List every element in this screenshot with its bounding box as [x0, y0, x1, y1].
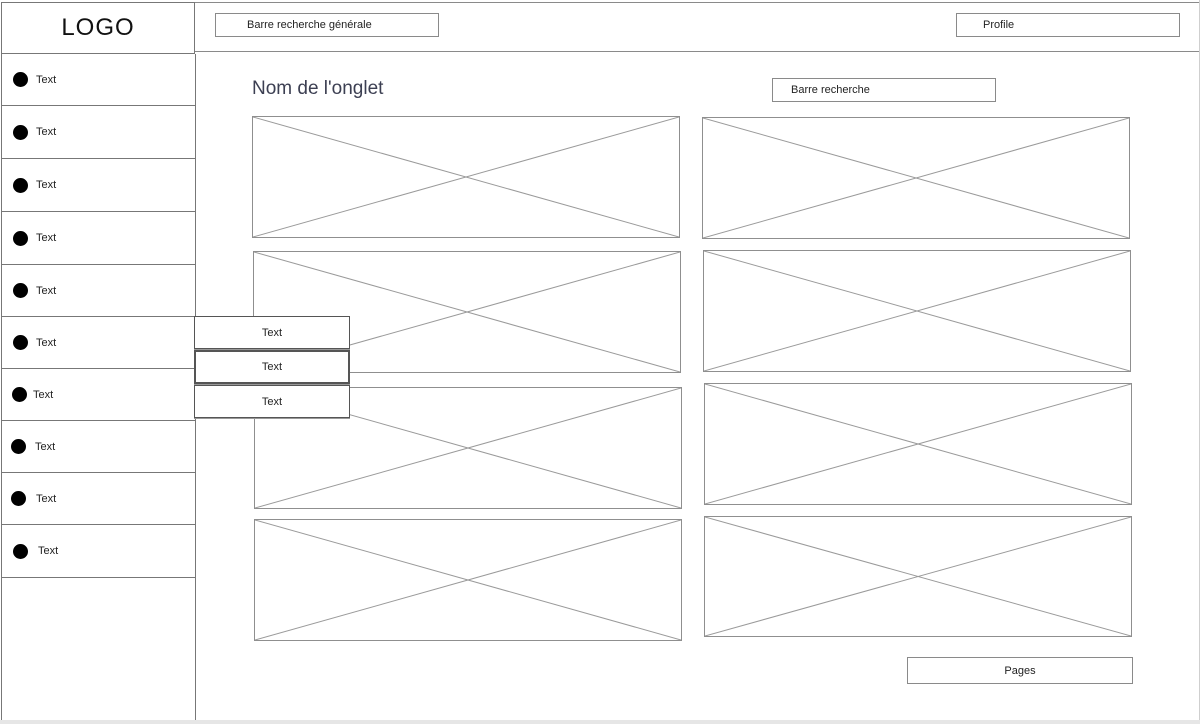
- pages-label: Pages: [1004, 664, 1036, 677]
- placeholder-cross-icon: [255, 520, 681, 640]
- bullet-icon: [13, 124, 28, 140]
- sidebar-item-4[interactable]: Text: [2, 212, 196, 265]
- tab-search-label: Barre recherche: [791, 84, 870, 96]
- image-placeholder[interactable]: [252, 116, 680, 238]
- submenu-item-label: Text: [261, 361, 283, 373]
- sidebar-item-5[interactable]: Text: [2, 265, 196, 317]
- image-placeholder[interactable]: [702, 117, 1130, 239]
- bullet-icon: [13, 72, 28, 87]
- sidebar-item-label: Text: [38, 545, 59, 557]
- submenu-item-3[interactable]: Text: [194, 385, 350, 418]
- sidebar: Text Text Text Text Text Text Text Text …: [1, 54, 196, 720]
- bullet-icon: [13, 543, 28, 559]
- sidebar-item-label: Text: [36, 179, 57, 191]
- sidebar-item-2[interactable]: Text: [2, 106, 196, 159]
- global-search-label: Barre recherche générale: [247, 19, 372, 31]
- placeholder-cross-icon: [704, 251, 1130, 371]
- sidebar-item-7[interactable]: Text: [2, 369, 196, 421]
- image-placeholder[interactable]: [254, 519, 682, 641]
- sidebar-item-label: Text: [33, 388, 54, 401]
- tab-title: Nom de l'onglet: [252, 78, 384, 99]
- sidebar-item-label: Text: [35, 440, 56, 453]
- placeholder-cross-icon: [705, 517, 1131, 636]
- placeholder-cross-icon: [703, 118, 1129, 238]
- bullet-icon: [13, 177, 28, 193]
- submenu-item-1[interactable]: Text: [194, 316, 350, 349]
- bullet-icon: [13, 335, 28, 350]
- pages-button[interactable]: Pages: [907, 657, 1133, 684]
- sidebar-item-6[interactable]: Text: [2, 317, 196, 369]
- bullet-icon: [11, 491, 26, 506]
- sidebar-item-label: Text: [36, 336, 57, 349]
- profile-label: Profile: [983, 19, 1015, 31]
- profile-button[interactable]: Profile: [956, 13, 1180, 37]
- image-placeholder[interactable]: [704, 383, 1132, 505]
- global-search-input[interactable]: Barre recherche générale: [215, 13, 439, 37]
- sidebar-item-10[interactable]: Text: [2, 525, 196, 578]
- submenu-item-2[interactable]: Text: [194, 350, 350, 384]
- sidebar-item-label: Text: [36, 126, 57, 138]
- placeholder-cross-icon: [705, 384, 1131, 504]
- placeholder-cross-icon: [253, 117, 679, 237]
- bullet-icon: [12, 387, 27, 402]
- sidebar-item-label: Text: [36, 284, 57, 297]
- sidebar-item-label: Text: [36, 232, 57, 244]
- bullet-icon: [13, 283, 28, 298]
- bullet-icon: [11, 439, 26, 454]
- logo: LOGO: [1, 2, 195, 54]
- sidebar-item-3[interactable]: Text: [2, 159, 196, 212]
- sidebar-item-9[interactable]: Text: [2, 473, 196, 525]
- image-placeholder[interactable]: [703, 250, 1131, 372]
- sidebar-item-1[interactable]: Text: [2, 54, 196, 106]
- tab-search-input[interactable]: Barre recherche: [772, 78, 996, 102]
- sidebar-item-8[interactable]: Text: [2, 421, 196, 473]
- sidebar-item-label: Text: [36, 492, 57, 505]
- submenu-item-label: Text: [261, 395, 283, 408]
- submenu-item-label: Text: [261, 326, 283, 339]
- sidebar-item-label: Text: [36, 73, 57, 86]
- bullet-icon: [13, 230, 28, 246]
- image-placeholder[interactable]: [704, 516, 1132, 637]
